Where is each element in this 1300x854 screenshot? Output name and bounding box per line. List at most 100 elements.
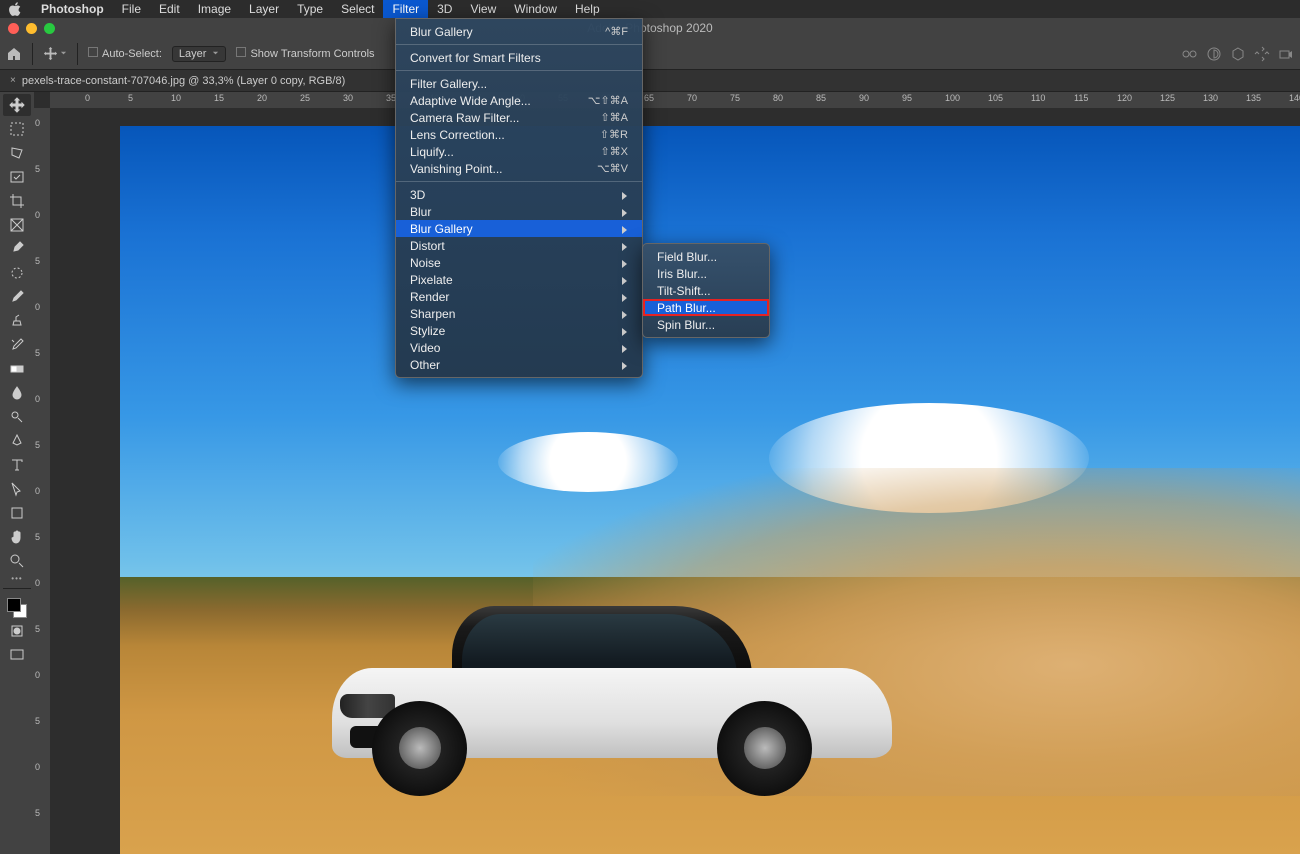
hand-tool[interactable] (3, 526, 31, 548)
layer-dropdown[interactable]: Layer (172, 46, 227, 62)
ruler-tick: 20 (257, 93, 267, 103)
dodge-tool[interactable] (3, 406, 31, 428)
ruler-tick: 70 (687, 93, 697, 103)
brush-tool[interactable] (3, 286, 31, 308)
window-minimize[interactable] (26, 23, 37, 34)
blur-gallery-item[interactable]: Field Blur... (643, 248, 769, 265)
color-swatches[interactable] (7, 598, 27, 618)
filter-item[interactable]: Liquify...⇧⌘X (396, 143, 642, 160)
filter-submenu-item[interactable]: Blur Gallery (396, 220, 642, 237)
filter-submenu-item[interactable]: Video (396, 339, 642, 356)
separator (396, 44, 642, 45)
type-tool[interactable] (3, 454, 31, 476)
filter-submenu-item[interactable]: Distort (396, 237, 642, 254)
blur-gallery-item[interactable]: Path Blur... (643, 299, 769, 316)
filter-item[interactable]: Filter Gallery... (396, 75, 642, 92)
pen-tool[interactable] (3, 430, 31, 452)
gradient-tool[interactable] (3, 358, 31, 380)
blur-gallery-item[interactable]: Tilt-Shift... (643, 282, 769, 299)
3d-mode-icon[interactable] (1230, 46, 1246, 62)
chevron-right-icon (622, 294, 628, 300)
filter-submenu-item[interactable]: Noise (396, 254, 642, 271)
marquee-tool[interactable] (3, 118, 31, 140)
ruler-tick: 125 (1160, 93, 1175, 103)
frame-tool[interactable] (3, 214, 31, 236)
eyedropper-tool[interactable] (3, 238, 31, 260)
ruler-tick: 5 (35, 348, 40, 358)
menu-select[interactable]: Select (332, 0, 383, 18)
separator (396, 181, 642, 182)
healing-tool[interactable] (3, 262, 31, 284)
toolbar-right (1182, 46, 1294, 62)
separator (32, 43, 33, 65)
blur-gallery-item[interactable]: Spin Blur... (643, 316, 769, 333)
ruler-vertical: 0505050505050505 (34, 108, 50, 854)
history-brush-tool[interactable] (3, 334, 31, 356)
menu-filter[interactable]: Filter (383, 0, 428, 18)
filter-item[interactable]: Adaptive Wide Angle...⌥⇧⌘A (396, 92, 642, 109)
ruler-horizontal: 0510152025303540455055606570758085909510… (50, 92, 1300, 108)
document-tabs: × pexels-trace-constant-707046.jpg @ 33,… (0, 70, 1300, 92)
show-transform-checkbox[interactable]: Show Transform Controls (236, 47, 374, 60)
filter-convert-smart[interactable]: Convert for Smart Filters (396, 49, 642, 66)
align-icon[interactable] (1206, 46, 1222, 62)
filter-item[interactable]: Vanishing Point...⌥⌘V (396, 160, 642, 177)
close-tab-icon[interactable]: × (10, 75, 16, 86)
filter-submenu-item[interactable]: Render (396, 288, 642, 305)
window-close[interactable] (8, 23, 19, 34)
blur-gallery-item[interactable]: Iris Blur... (643, 265, 769, 282)
titlebar: Adobe Photoshop 2020 (0, 18, 1300, 38)
path-select-tool[interactable] (3, 478, 31, 500)
filter-submenu-item[interactable]: 3D (396, 186, 642, 203)
chevron-down-icon (212, 50, 219, 57)
filter-submenu-item[interactable]: Sharpen (396, 305, 642, 322)
screen-mode[interactable] (3, 644, 31, 666)
blur-tool[interactable] (3, 382, 31, 404)
move-tool[interactable] (3, 94, 31, 116)
move-tool-icon[interactable] (43, 46, 67, 61)
menu-help[interactable]: Help (566, 0, 609, 18)
filter-submenu-item[interactable]: Stylize (396, 322, 642, 339)
tool-overflow[interactable]: ••• (11, 574, 22, 583)
filter-submenu-item[interactable]: Pixelate (396, 271, 642, 288)
window-maximize[interactable] (44, 23, 55, 34)
quick-select-tool[interactable] (3, 166, 31, 188)
ruler-tick: 5 (35, 256, 40, 266)
canvas[interactable] (50, 108, 1300, 854)
ruler-tick: 115 (1074, 93, 1088, 103)
filter-submenu-item[interactable]: Other (396, 356, 642, 373)
ruler-tick: 135 (1246, 93, 1261, 103)
ruler-tick: 0 (85, 93, 90, 103)
zoom-tool[interactable] (3, 550, 31, 572)
menu-app[interactable]: Photoshop (32, 0, 113, 18)
auto-select-checkbox[interactable]: Auto-Select: (88, 47, 162, 60)
document-tab[interactable]: × pexels-trace-constant-707046.jpg @ 33,… (0, 75, 355, 87)
clone-stamp-tool[interactable] (3, 310, 31, 332)
shape-tool[interactable] (3, 502, 31, 524)
home-icon[interactable] (6, 46, 22, 62)
filter-item[interactable]: Camera Raw Filter...⇧⌘A (396, 109, 642, 126)
menu-type[interactable]: Type (288, 0, 332, 18)
filter-item[interactable]: Lens Correction...⇧⌘R (396, 126, 642, 143)
filter-last[interactable]: Blur Gallery^⌘F (396, 23, 642, 40)
menu-image[interactable]: Image (189, 0, 240, 18)
crop-tool[interactable] (3, 190, 31, 212)
menu-file[interactable]: File (113, 0, 150, 18)
menu-view[interactable]: View (461, 0, 505, 18)
separator (396, 70, 642, 71)
ruler-tick: 95 (902, 93, 912, 103)
camera-icon[interactable] (1278, 46, 1294, 62)
chevron-right-icon (622, 328, 628, 334)
chevron-right-icon (622, 311, 628, 317)
transform-icon[interactable] (1254, 46, 1270, 62)
align-icon[interactable] (1182, 46, 1198, 62)
menu-edit[interactable]: Edit (150, 0, 189, 18)
ruler-tick: 0 (35, 118, 40, 128)
menu-3d[interactable]: 3D (428, 0, 461, 18)
menu-window[interactable]: Window (505, 0, 566, 18)
menu-layer[interactable]: Layer (240, 0, 288, 18)
quickmask-toggle[interactable] (3, 620, 31, 642)
lasso-tool[interactable] (3, 142, 31, 164)
chevron-right-icon (622, 209, 628, 215)
filter-submenu-item[interactable]: Blur (396, 203, 642, 220)
